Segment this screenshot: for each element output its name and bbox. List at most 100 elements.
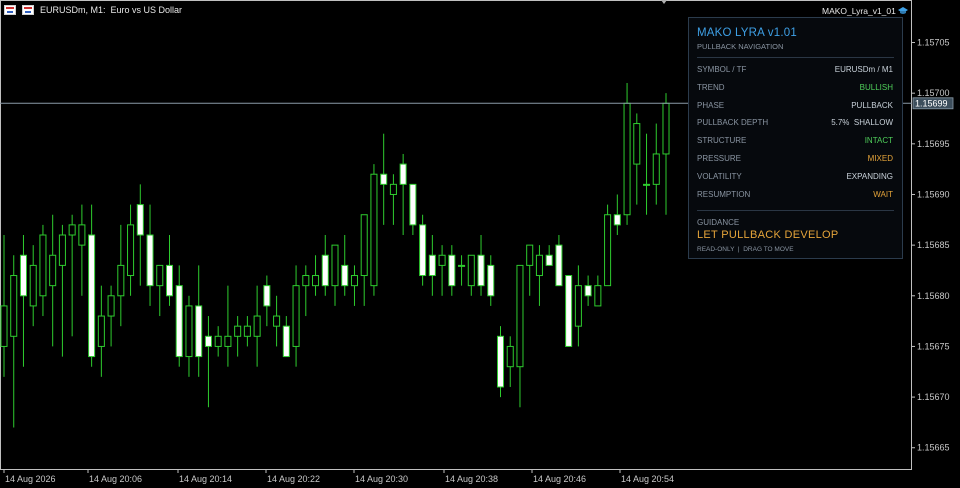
candle-bull [594, 285, 602, 307]
candle-bear [496, 335, 505, 388]
candle-bear [419, 224, 427, 277]
current-price-tag: 1.15699 [912, 97, 954, 110]
panel-row: PRESSURE MIXED [697, 154, 893, 166]
candle-bull [574, 285, 582, 327]
candle-bull [39, 234, 47, 297]
candle-bull [467, 254, 475, 287]
panel-row: PHASE PULLBACK [697, 101, 893, 113]
candle-bear [409, 183, 417, 226]
panel-row-label: RESUMPTION [697, 189, 751, 199]
time-tick-label: 14 Aug 20:46 [533, 474, 586, 484]
price-tick-label: 1.15680 [917, 291, 950, 301]
candle-bull [633, 123, 641, 165]
candle-bull [312, 275, 320, 287]
candle-bear [263, 285, 271, 307]
candle-bull [97, 315, 105, 347]
price-tick-label: 1.15665 [917, 443, 950, 453]
candle-bull [58, 234, 66, 266]
candle-bull [185, 305, 193, 358]
candle-bull [652, 153, 660, 185]
candle-bear [204, 335, 212, 347]
candle-bear [399, 163, 407, 185]
candle-bull [156, 264, 164, 287]
time-tick-label: 14 Aug 2026 [5, 474, 56, 484]
candle-bull [526, 244, 534, 266]
panel-row-value: 5.7% SHALLOW [831, 118, 893, 128]
candle-bull [350, 275, 358, 287]
candle-bear [545, 254, 553, 266]
panel-row: RESUMPTION WAIT [697, 190, 893, 202]
panel-title: MAKO LYRA v1.01 [697, 27, 797, 39]
candle-bull [370, 173, 378, 287]
price-tick-label: 1.15705 [917, 38, 950, 48]
candle-bull [458, 264, 466, 267]
panel-row-label: PULLBACK DEPTH [697, 118, 769, 128]
candle-bull [224, 335, 232, 347]
panel-row: SYMBOL / TF EURUSDm / M1 [697, 65, 893, 77]
candle-bear [165, 264, 174, 297]
time-tick-label: 14 Aug 20:22 [267, 474, 320, 484]
price-tick-label: 1.15675 [917, 341, 950, 351]
panel-row: STRUCTURE INTACT [697, 136, 893, 148]
panel-subtitle: PULLBACK NAVIGATION [697, 42, 784, 51]
candle-bull [535, 254, 543, 277]
candle-bear [88, 234, 96, 358]
panel-divider [697, 210, 894, 211]
candle-bull [389, 183, 397, 195]
panel-row-value: WAIT [873, 189, 893, 199]
candle-bull [302, 275, 310, 287]
candle-bear [448, 254, 456, 287]
candle-bull [49, 254, 57, 287]
price-tick-label: 1.15685 [917, 240, 950, 250]
candle-bull [623, 102, 631, 216]
candle-bull [662, 102, 670, 155]
candle-bear [195, 305, 203, 358]
candle-bear [428, 254, 436, 277]
indicator-icon[interactable] [897, 5, 909, 15]
time-tick-label: 14 Aug 20:54 [621, 474, 674, 484]
candle-bull [273, 315, 281, 327]
candle-bull [331, 244, 339, 287]
candle-bull [360, 214, 368, 277]
candle-bear [19, 254, 27, 297]
time-tick-label: 14 Aug 20:06 [89, 474, 142, 484]
candle-bull [29, 264, 37, 307]
panel-row: VOLATILITY EXPANDING [697, 172, 893, 184]
panel-row-value: EXPANDING [846, 171, 893, 181]
current-price-label: 1.15699 [915, 98, 948, 108]
shift-marker-icon[interactable] [661, 0, 667, 4]
candle-bull [127, 224, 135, 277]
candle-bull [234, 325, 242, 337]
candle-bear [380, 173, 388, 185]
candle-bull [438, 254, 446, 266]
chart-window[interactable]: 1.15705 1.15700 1.15695 1.15690 1.15685 1.156… [0, 0, 960, 488]
candle-bear [565, 275, 573, 347]
price-tick-label: 1.15690 [917, 189, 950, 199]
price-tick-label: 1.15700 [917, 88, 950, 98]
candle-bull [214, 335, 222, 347]
panel-row-label: PHASE [697, 100, 725, 110]
panel-row-value: PULLBACK [851, 100, 893, 110]
candle-bull [243, 325, 251, 337]
candle-bear [146, 234, 154, 287]
candle-bear [341, 264, 349, 287]
time-tick-label: 14 Aug 20:30 [355, 474, 408, 484]
indicator-panel[interactable]: MAKO LYRA v1.01 PULLBACK NAVIGATION SYMB… [688, 17, 903, 259]
time-axis: 14 Aug 2026 14 Aug 20:06 14 Aug 20:14 14 Au… [3, 469, 674, 484]
chart-title: EURUSDm, M1: Euro vs US Dollar [40, 5, 183, 15]
candle-bull [10, 275, 18, 337]
candle-bear [282, 325, 290, 358]
candle-bear [136, 204, 144, 236]
candle-bear [584, 285, 592, 297]
panel-row-label: TREND [697, 82, 725, 92]
candle-bear [613, 214, 621, 226]
guidance-label: GUIDANCE [697, 218, 740, 227]
candle-bull [68, 224, 76, 236]
panel-divider [697, 57, 894, 58]
chart-type-icon[interactable] [22, 5, 34, 15]
window-menu-icon[interactable] [4, 5, 16, 15]
price-tick-label: 1.15695 [917, 139, 950, 149]
candle-bull [516, 264, 524, 368]
panel-row-value: BULLISH [859, 82, 893, 92]
panel-row-label: SYMBOL / TF [697, 65, 747, 74]
